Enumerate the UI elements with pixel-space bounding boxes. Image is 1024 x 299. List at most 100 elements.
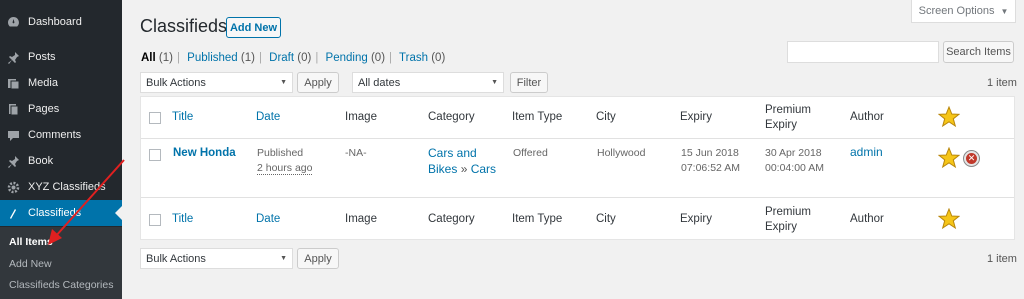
sidebar-item-label: Media bbox=[28, 77, 58, 89]
chevron-down-icon: ▼ bbox=[280, 255, 287, 262]
column-item-type-footer: Item Type bbox=[512, 213, 563, 225]
sidebar-item-pages[interactable]: Pages bbox=[0, 96, 122, 122]
submenu-add-new[interactable]: Add New bbox=[9, 258, 52, 270]
view-count: (0) bbox=[370, 52, 386, 64]
view-count: (0) bbox=[431, 52, 446, 64]
add-new-button[interactable]: Add New bbox=[226, 17, 281, 38]
pages-icon bbox=[6, 102, 20, 116]
bulk-actions-select-top[interactable]: Bulk Actions ▼ bbox=[140, 72, 293, 93]
bulk-actions-value: Bulk Actions bbox=[146, 252, 206, 265]
column-image-footer: Image bbox=[345, 213, 377, 225]
bulk-actions-value: Bulk Actions bbox=[146, 76, 206, 89]
column-author-footer: Author bbox=[850, 213, 884, 225]
sidebar-item-dashboard[interactable]: Dashboard bbox=[0, 9, 122, 35]
view-all[interactable]: All bbox=[141, 52, 156, 64]
active-indicator bbox=[115, 206, 122, 220]
sidebar-item-comments[interactable]: Comments bbox=[0, 122, 122, 148]
sidebar-item-classifieds[interactable]: Classifieds bbox=[0, 200, 122, 226]
pin-icon bbox=[6, 50, 20, 64]
submenu-classifieds-categories[interactable]: Classifieds Categories bbox=[9, 279, 113, 291]
select-all-checkbox-footer[interactable] bbox=[149, 214, 161, 226]
separator: | bbox=[258, 52, 262, 64]
item-time-ago: 2 hours ago bbox=[257, 162, 313, 175]
column-city-footer: City bbox=[596, 213, 616, 225]
chevron-down-icon: ▼ bbox=[280, 79, 287, 86]
gear-icon bbox=[6, 180, 20, 194]
item-premium-expiry: 30 Apr 2018 00:04:00 AM bbox=[765, 146, 824, 176]
item-type: Offered bbox=[513, 147, 548, 159]
bulk-actions-select-bottom[interactable]: Bulk Actions ▼ bbox=[140, 248, 293, 269]
item-author-link[interactable]: admin bbox=[850, 145, 883, 160]
pin-icon bbox=[6, 154, 20, 168]
comment-icon bbox=[6, 128, 20, 142]
column-date[interactable]: Date bbox=[256, 110, 280, 125]
date-filter-select[interactable]: All dates ▼ bbox=[352, 72, 504, 93]
column-title-footer[interactable]: Title bbox=[172, 212, 193, 227]
premium-time: 00:04:00 AM bbox=[765, 162, 824, 174]
separator: | bbox=[315, 52, 319, 64]
column-date-footer[interactable]: Date bbox=[256, 212, 280, 227]
category-link-line1[interactable]: Cars and bbox=[428, 145, 496, 161]
filter-button[interactable]: Filter bbox=[510, 72, 548, 93]
view-pending[interactable]: Pending bbox=[326, 52, 368, 64]
column-premium-line2: Expiry bbox=[765, 221, 797, 233]
classifieds-icon bbox=[6, 206, 20, 220]
item-date: Published 2 hours ago bbox=[257, 146, 313, 176]
column-premium-line1: Premium bbox=[765, 104, 812, 116]
select-all-checkbox[interactable] bbox=[149, 112, 161, 124]
sidebar-item-xyz-classifieds[interactable]: XYZ Classifieds bbox=[0, 174, 122, 200]
sidebar-item-label: Posts bbox=[28, 51, 56, 63]
item-status: Published bbox=[257, 147, 304, 159]
column-premium-expiry: Premium Expiry bbox=[765, 103, 811, 133]
apply-button-bottom[interactable]: Apply bbox=[297, 248, 339, 269]
column-image: Image bbox=[345, 111, 377, 123]
item-title-link[interactable]: New Honda bbox=[173, 146, 236, 161]
sidebar-submenu: All Items Add New Classifieds Categories bbox=[0, 227, 122, 299]
admin-sidebar: Dashboard Posts Media Pages Comments Boo… bbox=[0, 0, 122, 299]
view-draft[interactable]: Draft bbox=[269, 52, 294, 64]
category-separator: » bbox=[460, 162, 468, 176]
caret-down-icon: ▼ bbox=[1000, 6, 1009, 16]
classifieds-table: Title Date Image Category Item Type City… bbox=[140, 96, 1015, 240]
featured-star-icon[interactable] bbox=[938, 147, 960, 169]
sidebar-item-posts[interactable]: Posts bbox=[0, 44, 122, 70]
date-filter-value: All dates bbox=[358, 76, 401, 89]
column-expiry-footer: Expiry bbox=[680, 213, 712, 225]
item-image: -NA- bbox=[345, 147, 367, 159]
sidebar-item-label: Dashboard bbox=[28, 16, 82, 28]
view-trash[interactable]: Trash bbox=[399, 52, 428, 64]
column-premium-line1: Premium bbox=[765, 206, 812, 218]
column-title[interactable]: Title bbox=[172, 110, 193, 125]
submenu-all-items[interactable]: All Items bbox=[9, 236, 53, 248]
column-premium-expiry-footer: Premium Expiry bbox=[765, 205, 811, 235]
separator: | bbox=[389, 52, 393, 64]
chevron-down-icon: ▼ bbox=[491, 79, 498, 86]
category-link-cars[interactable]: Cars bbox=[471, 162, 496, 176]
column-city: City bbox=[596, 111, 616, 123]
item-city: Hollywood bbox=[597, 147, 646, 159]
remove-featured-icon[interactable]: ✕ bbox=[964, 151, 979, 166]
separator: | bbox=[176, 52, 180, 64]
screen-options-button[interactable]: Screen Options ▼ bbox=[911, 0, 1016, 23]
row-checkbox[interactable] bbox=[149, 149, 161, 161]
category-link-bikes[interactable]: Bikes bbox=[428, 162, 457, 176]
search-items-button[interactable]: Search Items bbox=[943, 41, 1014, 63]
search-input[interactable] bbox=[787, 41, 939, 63]
view-count: (1) bbox=[158, 52, 173, 64]
media-icon bbox=[6, 76, 20, 90]
apply-button-top[interactable]: Apply bbox=[297, 72, 339, 93]
column-item-type: Item Type bbox=[512, 111, 563, 123]
item-category: Cars and Bikes » Cars bbox=[428, 145, 496, 177]
sidebar-item-media[interactable]: Media bbox=[0, 70, 122, 96]
sidebar-item-label: Comments bbox=[28, 129, 82, 141]
page-title: Classifieds bbox=[140, 16, 228, 36]
screen-options-label: Screen Options bbox=[918, 5, 995, 17]
sidebar-item-label: Classifieds bbox=[28, 207, 82, 219]
view-published[interactable]: Published bbox=[187, 52, 238, 64]
row-divider bbox=[141, 197, 1014, 198]
sidebar-item-label: Book bbox=[28, 155, 54, 167]
sidebar-item-book[interactable]: Book bbox=[0, 148, 122, 174]
featured-star-icon bbox=[938, 208, 960, 230]
column-category-footer: Category bbox=[428, 213, 475, 225]
column-category: Category bbox=[428, 111, 475, 123]
